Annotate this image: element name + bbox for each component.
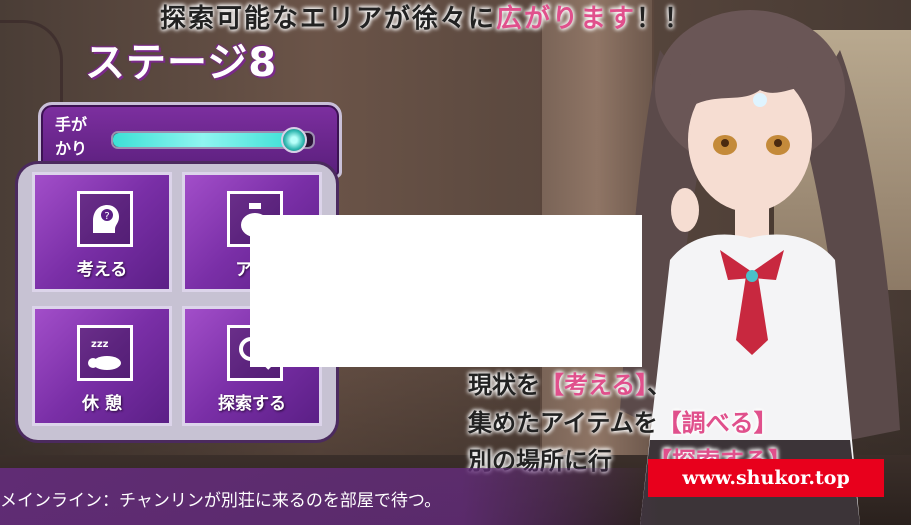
hint-progress-fill [113, 133, 293, 147]
instruction-line-2: 集めたアイテムを【調べる】 [468, 409, 778, 437]
hint-progress-track [111, 127, 315, 153]
stage-title: ステージ8 [85, 40, 278, 86]
instruction-line-1: 現状を【考える】、 [468, 371, 672, 399]
mission-text: メインライン：チャンリンが別荘に来るのを部屋で待つ。 [0, 491, 442, 511]
think-button[interactable]: ? 考える [32, 172, 172, 292]
head-question-icon: ? [77, 191, 133, 247]
hint-label: 手がかり [55, 115, 88, 158]
rest-label: 休 憩 [82, 394, 122, 414]
explore-label: 探索する [218, 394, 286, 414]
blank-overlay [250, 215, 642, 367]
hint-gem-icon [281, 127, 307, 153]
watermark: www.shukor.top [648, 459, 884, 497]
rest-button[interactable]: zzz 休 憩 [32, 306, 172, 426]
svg-text:?: ? [104, 211, 109, 222]
svg-text:zzz: zzz [91, 339, 109, 350]
sleep-icon: zzz [77, 325, 133, 381]
mission-bar: メインライン：チャンリンが別荘に来るのを部屋で待つ。 [0, 468, 660, 525]
think-label: 考える [76, 260, 128, 280]
